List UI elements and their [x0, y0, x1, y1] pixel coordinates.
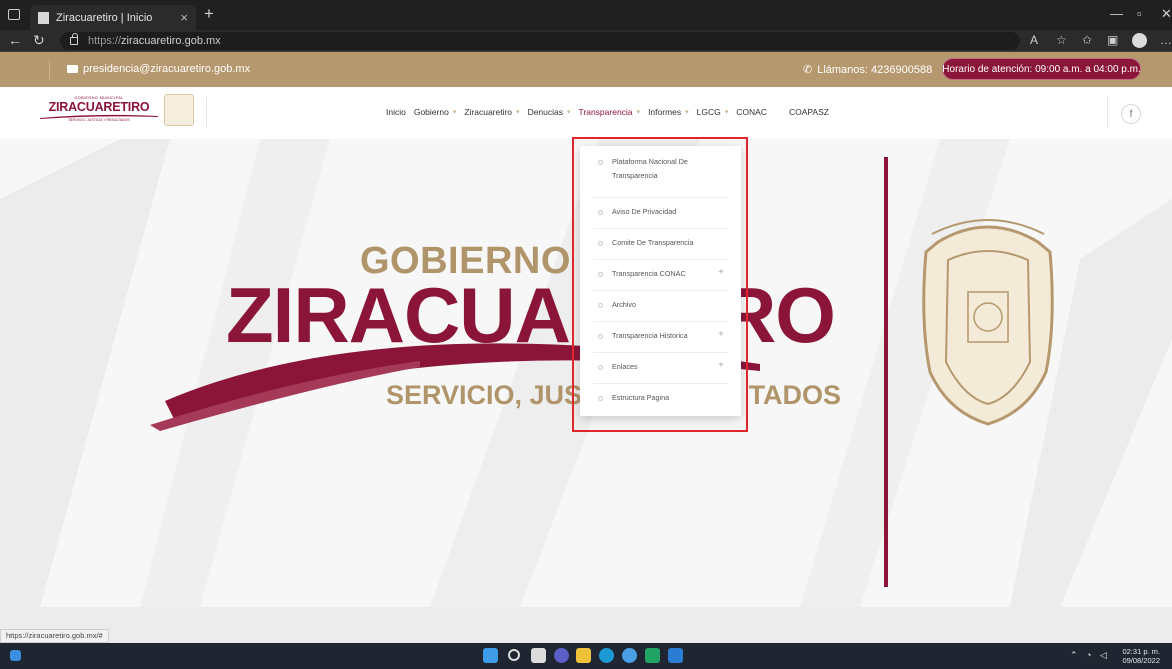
phone-icon: ✆ [803, 64, 813, 76]
refresh-icon[interactable]: ↻ [33, 32, 45, 49]
hero-title-line3-right: TADOS [748, 380, 842, 410]
phone-link[interactable]: ✆ Llámanos: 4236900588 [803, 63, 933, 77]
browser-tab[interactable]: Ziracuaretiro | Inicio × [30, 5, 196, 30]
clock-time: 02:31 p. m. [1122, 647, 1160, 656]
nav-item-gobierno[interactable]: Gobierno ▾ [414, 107, 456, 117]
wifi-icon[interactable]: ◔ [1086, 650, 1091, 660]
task-view-icon[interactable] [531, 648, 546, 663]
restore-icon[interactable]: ▫ [1137, 6, 1142, 21]
nav-item-label: Transparencia [578, 107, 633, 117]
hero-title-line3-left: SERVICIO, JUST [386, 380, 599, 410]
nav-item-label: LGCG [696, 107, 721, 117]
highlight-box [572, 137, 748, 432]
word-icon[interactable] [668, 648, 683, 663]
coat-of-arms-icon [164, 94, 194, 126]
collections-icon[interactable]: ▣ [1107, 33, 1118, 47]
main-nav: Inicio Gobierno ▾ Ziracuaretiro ▾ Denucias ▾ Tr… [386, 107, 837, 117]
divider [206, 97, 207, 127]
nav-item-lgcg[interactable]: LGCG ▾ [697, 107, 729, 117]
divider [1107, 97, 1108, 127]
coat-of-arms-icon [922, 219, 1054, 426]
add-favorite-icon[interactable]: ☆ [1056, 33, 1067, 47]
search-icon[interactable] [508, 649, 520, 661]
nav-item-label: Denucias [527, 107, 563, 117]
site-header: GOBIERNO MUNICIPAL ZIRACUARETIRO SERVICI… [0, 87, 1172, 139]
edge-icon[interactable] [599, 648, 614, 663]
nav-item-coapasz[interactable]: COAPASZ [789, 107, 829, 117]
nav-item-denucias[interactable]: Denucias ▾ [528, 107, 571, 117]
clock-date: 09/08/2022 [1122, 656, 1160, 665]
nav-item-inicio[interactable]: Inicio [386, 107, 406, 117]
tab-close-button[interactable]: × [180, 11, 188, 24]
chevron-down-icon: ▾ [685, 109, 689, 116]
url-protocol: https:// [88, 35, 122, 47]
site-logo[interactable]: GOBIERNO MUNICIPAL ZIRACUARETIRO SERVICI… [38, 95, 160, 127]
minimize-icon[interactable]: — [1110, 6, 1123, 21]
email-link[interactable]: presidencia@ziracuaretiro.gob.mx [67, 63, 250, 75]
chrome-icon[interactable] [622, 648, 637, 663]
start-icon[interactable] [483, 648, 498, 663]
chevron-down-icon: ▾ [567, 109, 571, 116]
lock-icon [70, 33, 78, 45]
phone-text: Llámanos: 4236900588 [817, 63, 933, 76]
hero-divider [884, 157, 888, 587]
url-field[interactable]: https://ziracuaretiro.gob.mx [60, 32, 1020, 50]
clock[interactable]: 02:31 p. m. 09/08/2022 [1112, 647, 1160, 665]
excel-icon[interactable] [645, 648, 660, 663]
mail-icon [67, 65, 78, 73]
divider [49, 61, 50, 79]
profile-avatar[interactable] [1132, 33, 1147, 48]
favicon-icon [38, 11, 49, 24]
email-text: presidencia@ziracuaretiro.gob.mx [83, 63, 251, 75]
chevron-down-icon: ▾ [636, 109, 641, 116]
page-footer-strip [0, 607, 1172, 643]
chevron-down-icon: ▾ [724, 109, 729, 116]
hours-badge: Horario de atención: 09:00 a.m. a 04:00 … [942, 58, 1141, 80]
logo-tagline: SERVICIO, JUSTICIA Y RESULTADOS [68, 118, 130, 122]
volume-icon[interactable]: ◁ [1100, 650, 1107, 661]
status-bar-url: https://ziracuaretiro.gob.mx/# [0, 629, 109, 643]
tray-chevron-icon[interactable]: ⌃ [1070, 650, 1078, 661]
widgets-icon[interactable] [10, 650, 21, 661]
more-icon[interactable]: … [1160, 33, 1172, 47]
nav-item-label: COAPASZ [788, 107, 829, 117]
favorites-icon[interactable]: ✩ [1082, 33, 1092, 47]
nav-item-ziracuaretiro[interactable]: Ziracuaretiro ▾ [464, 107, 519, 117]
close-window-icon[interactable]: ✕ [1161, 6, 1172, 22]
chevron-down-icon: ▾ [516, 109, 520, 116]
nav-item-label: Gobierno [413, 107, 449, 117]
logo-name: ZIRACUARETIRO [48, 100, 150, 114]
browser-tab-strip: Ziracuaretiro | Inicio × + — ▫ ✕ [0, 0, 1172, 30]
site-top-bar: presidencia@ziracuaretiro.gob.mx ✆ Lláma… [0, 52, 1172, 87]
nav-item-label: Ziracuaretiro [464, 107, 513, 117]
address-bar-row: ← ↻ https://ziracuaretiro.gob.mx A ☆ ✩ ▣… [0, 30, 1172, 52]
nav-item-label: Inicio [386, 107, 406, 117]
back-icon[interactable]: ← [8, 32, 22, 48]
nav-item-label: CONAC [736, 107, 767, 117]
hero-title-line2-left: ZIRACUA [226, 271, 571, 359]
file-explorer-icon[interactable] [576, 648, 591, 663]
chat-icon[interactable] [554, 648, 569, 663]
nav-item-informes[interactable]: Informes ▾ [648, 107, 689, 117]
tab-actions-icon[interactable] [8, 9, 20, 20]
url-host: ziracuaretiro.gob.mx [121, 35, 221, 47]
chevron-down-icon: ▾ [452, 109, 457, 116]
nav-item-transparencia[interactable]: Transparencia ▾ [579, 107, 641, 117]
nav-item-conac[interactable]: CONAC [736, 107, 767, 117]
windows-taskbar: ⌃ ◔ ◁ 02:31 p. m. 09/08/2022 [0, 643, 1172, 669]
facebook-icon[interactable]: f [1121, 104, 1141, 124]
nav-item-label: Informes [648, 107, 682, 117]
tab-title: Ziracuaretiro | Inicio [56, 11, 153, 24]
read-aloud-icon[interactable]: A [1030, 33, 1038, 47]
new-tab-button[interactable]: + [204, 4, 214, 24]
